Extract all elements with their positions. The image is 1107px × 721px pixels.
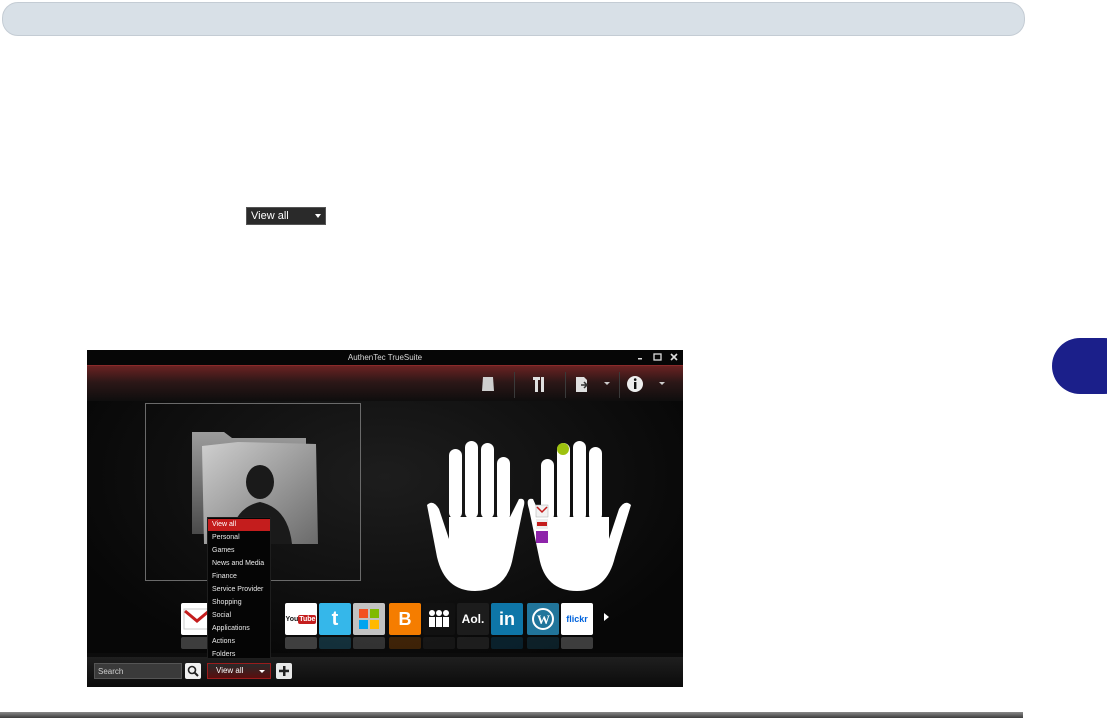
- tools-button[interactable]: [531, 374, 549, 394]
- myspace-reflection: [423, 637, 455, 649]
- chevron-down-icon: [259, 670, 265, 673]
- windows-reflection: [353, 637, 385, 649]
- dropdown-item-shopping[interactable]: Shopping: [208, 597, 270, 609]
- aol-icon[interactable]: Aol.: [457, 603, 489, 635]
- toolbar: [87, 365, 683, 402]
- aol-reflection: [457, 637, 489, 649]
- category-select-value: View all: [216, 666, 244, 675]
- category-dropdown-menu: View all Personal Games News and Media F…: [207, 517, 271, 659]
- dropdown-item-view-all[interactable]: View all: [208, 519, 270, 531]
- wordpress-icon[interactable]: W: [527, 603, 559, 635]
- dropdown-item-service-provider[interactable]: Service Provider: [208, 584, 270, 596]
- linkedin-reflection: [491, 637, 523, 649]
- fingerprint-hands: [427, 439, 637, 614]
- flickr-icon[interactable]: flickr: [561, 603, 593, 635]
- add-button[interactable]: [276, 663, 292, 679]
- application-carousel: You Tube t B Aol. in W flickr: [87, 601, 683, 653]
- dropdown-item-news-and-media[interactable]: News and Media: [208, 558, 270, 570]
- footer-rule: [0, 712, 1023, 718]
- dropdown-item-games[interactable]: Games: [208, 545, 270, 557]
- search-icon: [187, 665, 199, 677]
- view-all-label: View all: [251, 210, 289, 222]
- bottom-bar: View all: [87, 657, 683, 687]
- export-button[interactable]: [573, 374, 591, 394]
- svg-text:W: W: [537, 612, 550, 627]
- truesuite-window: AuthenTec TrueSuite You Tube t B Aol. in…: [87, 350, 683, 687]
- dropdown-item-finance[interactable]: Finance: [208, 571, 270, 583]
- maximize-button[interactable]: [650, 350, 664, 365]
- toolbar-separator: [514, 372, 515, 398]
- youtube-reflection: [285, 637, 317, 649]
- dropdown-item-folders[interactable]: Folders: [208, 649, 270, 661]
- hands-icon: [427, 441, 631, 591]
- export-dropdown-icon[interactable]: [604, 382, 610, 386]
- plus-icon: [279, 666, 289, 676]
- page-header-bar: [2, 2, 1025, 36]
- dropdown-item-applications[interactable]: Applications: [208, 623, 270, 635]
- info-button[interactable]: [625, 374, 643, 394]
- info-icon: [627, 376, 643, 392]
- dropdown-item-actions[interactable]: Actions: [208, 636, 270, 648]
- windows-live-icon[interactable]: [353, 603, 385, 635]
- linkedin-icon[interactable]: in: [491, 603, 523, 635]
- view-all-dropdown-illustration: View all: [246, 207, 326, 225]
- blogger-icon[interactable]: B: [389, 603, 421, 635]
- carousel-next-icon[interactable]: [604, 613, 609, 621]
- wordpress-reflection: [527, 637, 559, 649]
- minimize-button[interactable]: [633, 350, 647, 365]
- dropdown-item-personal[interactable]: Personal: [208, 532, 270, 544]
- blogger-reflection: [389, 637, 421, 649]
- toolbar-separator: [619, 372, 620, 398]
- export-icon: [576, 377, 589, 392]
- dropdown-item-social[interactable]: Social: [208, 610, 270, 622]
- toolbar-separator: [565, 372, 566, 398]
- search-button[interactable]: [185, 663, 201, 679]
- maximize-icon: [653, 353, 662, 361]
- twitter-reflection: [319, 637, 351, 649]
- window-title: AuthenTec TrueSuite: [347, 353, 423, 362]
- twitter-icon[interactable]: t: [319, 603, 351, 635]
- tools-icon: [533, 377, 544, 392]
- chevron-down-icon: [315, 214, 321, 218]
- chapter-tab: [1052, 338, 1107, 394]
- window-title-bar: AuthenTec TrueSuite: [87, 350, 683, 365]
- close-icon: [670, 353, 678, 361]
- info-dropdown-icon[interactable]: [659, 382, 665, 386]
- minimize-icon: [638, 358, 642, 360]
- identity-icon: [482, 377, 494, 391]
- category-select[interactable]: View all: [207, 663, 271, 679]
- youtube-icon[interactable]: You Tube: [285, 603, 317, 635]
- identity-button[interactable]: [479, 374, 497, 394]
- flickr-reflection: [561, 637, 593, 649]
- myspace-icon[interactable]: [423, 603, 455, 635]
- search-input[interactable]: [94, 663, 182, 679]
- close-button[interactable]: [667, 350, 681, 365]
